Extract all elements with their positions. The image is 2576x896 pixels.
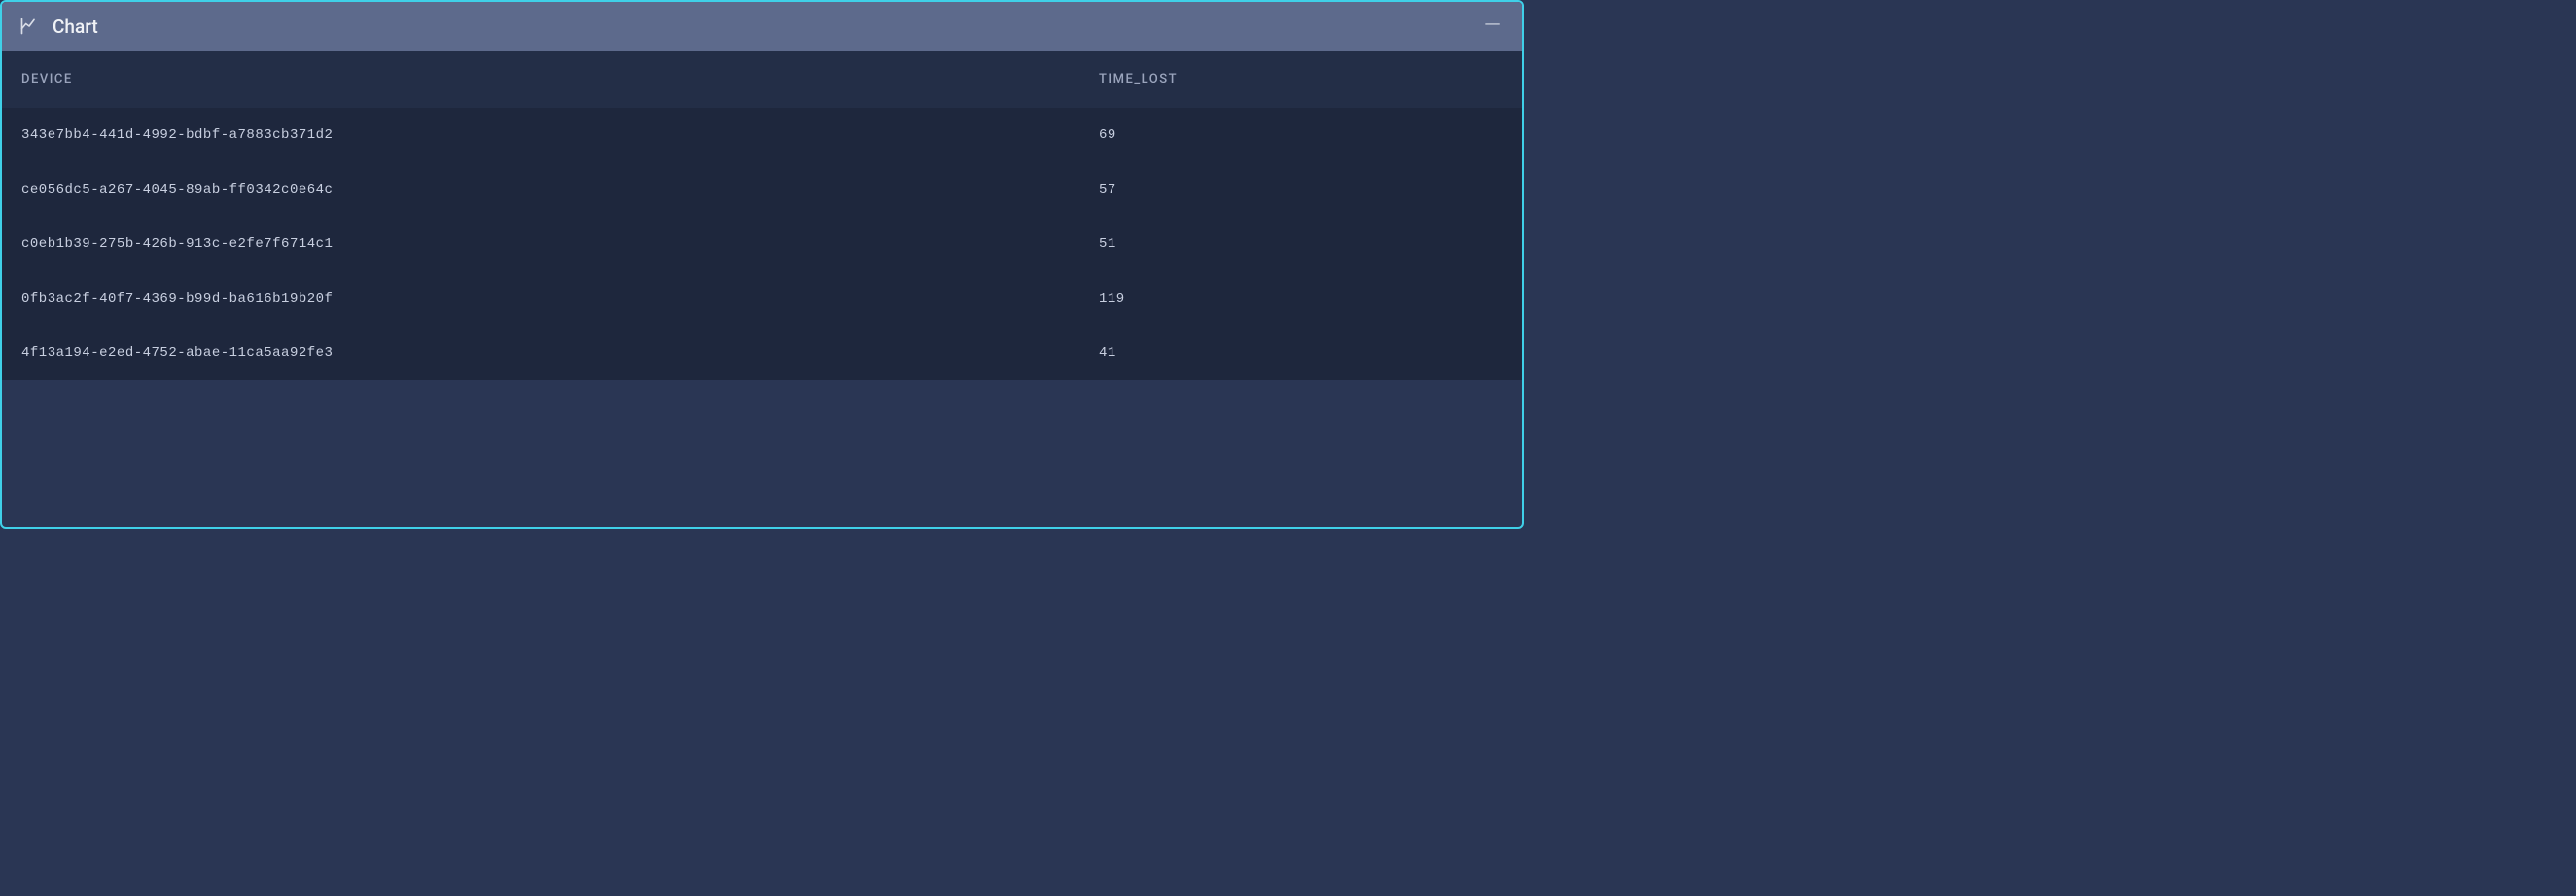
column-header-device[interactable]: DEVICE [21,72,1099,87]
cell-device: 4f13a194-e2ed-4752-abae-11ca5aa92fe3 [21,345,1099,361]
table-header-row: DEVICE TIME_LOST [2,51,1522,108]
cell-time-lost: 51 [1099,236,1502,252]
table-row[interactable]: 0fb3ac2f-40f7-4369-b99d-ba616b19b20f 119 [2,271,1522,326]
cell-device: ce056dc5-a267-4045-89ab-ff0342c0e64c [21,182,1099,197]
cell-device: 343e7bb4-441d-4992-bdbf-a7883cb371d2 [21,127,1099,143]
panel-title: Chart [53,16,1466,38]
table-row[interactable]: ce056dc5-a267-4045-89ab-ff0342c0e64c 57 [2,162,1522,217]
table-body: 343e7bb4-441d-4992-bdbf-a7883cb371d2 69 … [2,108,1522,380]
panel-header: Chart — [2,2,1522,51]
cell-time-lost: 41 [1099,345,1502,361]
table-row[interactable]: 4f13a194-e2ed-4752-abae-11ca5aa92fe3 41 [2,326,1522,380]
cell-time-lost: 57 [1099,182,1502,197]
table-row[interactable]: 343e7bb4-441d-4992-bdbf-a7883cb371d2 69 [2,108,1522,162]
cell-device: 0fb3ac2f-40f7-4369-b99d-ba616b19b20f [21,291,1099,306]
line-chart-icon [19,17,39,36]
cell-time-lost: 119 [1099,291,1502,306]
chart-panel: Chart — DEVICE TIME_LOST 343e7bb4-441d-4… [0,0,1524,529]
column-header-time-lost[interactable]: TIME_LOST [1099,72,1502,87]
cell-device: c0eb1b39-275b-426b-913c-e2fe7f6714c1 [21,236,1099,252]
table-row[interactable]: c0eb1b39-275b-426b-913c-e2fe7f6714c1 51 [2,217,1522,271]
minimize-icon[interactable]: — [1480,16,1504,37]
cell-time-lost: 69 [1099,127,1502,143]
